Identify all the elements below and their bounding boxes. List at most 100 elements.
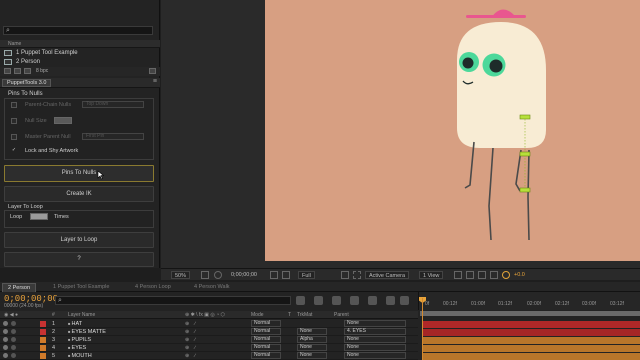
switches-header[interactable]: ⊕ ✱ \ fx ▣ ◎ ◔ ⬡ bbox=[185, 312, 225, 318]
layer-switches[interactable]: ⊕ ∕ bbox=[185, 329, 197, 335]
legs-layer[interactable] bbox=[464, 141, 530, 241]
parent-select[interactable]: None bbox=[344, 320, 406, 327]
shy-layers-icon[interactable] bbox=[332, 296, 341, 305]
parent-select[interactable]: None bbox=[344, 344, 406, 351]
parent-header[interactable]: Parent bbox=[334, 312, 349, 318]
help-button[interactable]: ? bbox=[4, 252, 154, 267]
pins-to-nulls-button[interactable]: Pins To Nulls bbox=[4, 165, 154, 182]
master-parent-select[interactable]: First Pin bbox=[82, 133, 144, 140]
flowchart-icon[interactable] bbox=[490, 271, 498, 279]
layer-to-loop-button[interactable]: Layer to Loop bbox=[4, 232, 154, 248]
exposure-icon[interactable] bbox=[502, 271, 510, 279]
viewer-timecode[interactable]: 0;00;00;00 bbox=[231, 271, 257, 279]
label-color-swatch[interactable] bbox=[40, 353, 46, 359]
visibility-eye-icon[interactable] bbox=[3, 353, 8, 358]
tab-puppettools[interactable]: PuppetTools 3.0 bbox=[2, 79, 52, 87]
parent-select[interactable]: 4. EYES bbox=[344, 328, 406, 335]
trkmat-header[interactable]: TrkMat bbox=[297, 312, 312, 318]
track-matte-select[interactable]: None bbox=[297, 352, 327, 359]
motion-blur-icon[interactable] bbox=[368, 296, 377, 305]
zoom-dropdown[interactable]: 50% bbox=[171, 271, 191, 279]
layer-name-header[interactable]: Layer Name bbox=[68, 312, 95, 318]
frame-blending-icon[interactable] bbox=[350, 296, 359, 305]
layer-duration-bar[interactable] bbox=[422, 337, 640, 344]
new-composition-icon[interactable] bbox=[24, 68, 31, 74]
label-color-swatch[interactable] bbox=[40, 321, 46, 327]
fast-previews-icon[interactable] bbox=[466, 271, 474, 279]
hat-layer[interactable] bbox=[466, 9, 526, 18]
project-item[interactable]: 2 Person bbox=[0, 58, 160, 67]
layer-duration-bar[interactable] bbox=[422, 353, 640, 360]
exposure-value[interactable]: +0.0 bbox=[514, 271, 525, 279]
tab-2-person[interactable]: 2 Person bbox=[2, 283, 37, 292]
layer-row[interactable]: 5 MOUTH ⊕ ∕ Normal None None bbox=[0, 352, 418, 360]
brainstorm-icon[interactable] bbox=[400, 296, 409, 305]
layer-row[interactable]: 4 EYES ⊕ ∕ Normal None None bbox=[0, 344, 418, 352]
layer-switches[interactable]: ⊕ ∕ bbox=[185, 345, 197, 351]
fit-icon[interactable] bbox=[201, 271, 209, 279]
track-matte-select[interactable]: None bbox=[297, 328, 327, 335]
layer-name[interactable]: MOUTH bbox=[68, 353, 92, 359]
bit-depth-button[interactable]: 8 bpc bbox=[36, 68, 48, 74]
camera-snapshot-icon[interactable] bbox=[270, 271, 278, 279]
project-column-header[interactable]: Name bbox=[0, 40, 160, 48]
panel-menu-icon[interactable]: ≡ bbox=[153, 78, 157, 85]
region-of-interest-icon[interactable] bbox=[341, 271, 349, 279]
composition-canvas[interactable] bbox=[265, 0, 640, 261]
layer-row[interactable]: 3 PUPILS ⊕ ∕ Normal Alpha None bbox=[0, 336, 418, 344]
timeline-icon[interactable] bbox=[478, 271, 486, 279]
tab-4-person-loop[interactable]: 4 Person Loop bbox=[130, 283, 176, 292]
snapshot-icon[interactable] bbox=[214, 271, 222, 279]
timeline-search-input[interactable]: ⌕ bbox=[55, 296, 291, 305]
solo-icon[interactable] bbox=[11, 337, 16, 342]
parent-chain-select[interactable]: Top Down bbox=[82, 101, 144, 108]
visibility-eye-icon[interactable] bbox=[3, 337, 8, 342]
solo-icon[interactable] bbox=[11, 321, 16, 326]
blend-mode-select[interactable]: Normal bbox=[251, 320, 281, 327]
name-column-header[interactable]: Name bbox=[8, 41, 21, 47]
blend-mode-select[interactable]: Normal bbox=[251, 328, 281, 335]
t-header[interactable]: T bbox=[288, 312, 291, 318]
parent-select[interactable]: None bbox=[344, 352, 406, 359]
loop-count-input[interactable] bbox=[30, 213, 48, 220]
time-ruler[interactable]: 0f 00:12f 01:00f 01:12f 02:00f 02:12f 03… bbox=[418, 292, 640, 310]
visibility-eye-icon[interactable] bbox=[3, 345, 8, 350]
master-parent-checkbox[interactable] bbox=[11, 134, 17, 140]
layer-duration-bar[interactable] bbox=[422, 321, 640, 328]
track-matte-select[interactable]: Alpha bbox=[297, 336, 327, 343]
show-channel-icon[interactable] bbox=[282, 271, 290, 279]
toggle-pixel-aspect-icon[interactable] bbox=[454, 271, 462, 279]
resolution-dropdown[interactable]: Full bbox=[298, 271, 315, 279]
layer-name[interactable]: EYES MATTE bbox=[68, 329, 106, 335]
layer-row[interactable]: 1 HAT ⊕ ∕ Normal None bbox=[0, 320, 418, 328]
composition-mini-flowchart-icon[interactable] bbox=[296, 296, 305, 305]
tab-4-person-walk[interactable]: 4 Person Walk bbox=[189, 283, 235, 292]
null-size-checkbox[interactable] bbox=[11, 118, 17, 124]
transparency-grid-icon[interactable] bbox=[353, 271, 361, 279]
blend-mode-select[interactable]: Normal bbox=[251, 336, 281, 343]
track-matte-select[interactable]: None bbox=[297, 344, 327, 351]
mode-header[interactable]: Mode bbox=[251, 312, 264, 318]
tab-1-puppet-tool-example[interactable]: 1 Puppet Tool Example bbox=[48, 283, 114, 292]
interpret-footage-icon[interactable] bbox=[4, 68, 11, 74]
layer-duration-bar[interactable] bbox=[422, 345, 640, 352]
label-color-swatch[interactable] bbox=[40, 337, 46, 343]
work-area-bar[interactable] bbox=[420, 311, 640, 316]
layer-name[interactable]: HAT bbox=[68, 321, 83, 327]
layer-name[interactable]: PUPILS bbox=[68, 337, 92, 343]
playhead-line[interactable] bbox=[422, 298, 423, 360]
draft-3d-icon[interactable] bbox=[314, 296, 323, 305]
create-ik-button[interactable]: Create IK bbox=[4, 186, 154, 202]
null-size-input[interactable] bbox=[54, 117, 72, 124]
trash-icon[interactable] bbox=[149, 68, 156, 74]
parent-chain-checkbox[interactable] bbox=[11, 102, 17, 108]
parent-select[interactable]: None bbox=[344, 336, 406, 343]
project-search-input[interactable]: ⌕ bbox=[3, 26, 153, 35]
body-layer[interactable] bbox=[457, 22, 546, 148]
visibility-eye-icon[interactable] bbox=[3, 321, 8, 326]
layer-name[interactable]: EYES bbox=[68, 345, 87, 351]
solo-icon[interactable] bbox=[11, 345, 16, 350]
label-color-swatch[interactable] bbox=[40, 329, 46, 335]
layer-row[interactable]: 2 EYES MATTE ⊕ ∕ Normal None 4. EYES bbox=[0, 328, 418, 336]
lock-shy-checkbox[interactable]: ✓ bbox=[11, 148, 17, 154]
